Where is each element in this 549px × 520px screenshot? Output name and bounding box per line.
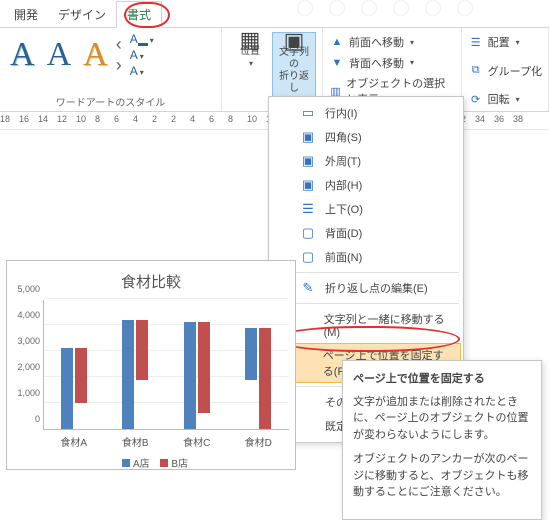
wrap-behind[interactable]: ▢背面(D): [269, 221, 463, 245]
send-backward-icon: ▼: [329, 57, 345, 69]
wrap-square-icon: ▣: [299, 129, 317, 145]
tab-developer[interactable]: 開発: [4, 2, 48, 27]
position-icon: ▦: [240, 34, 261, 46]
tab-format[interactable]: 書式: [116, 1, 162, 28]
wrap-tight[interactable]: ▣外周(T): [269, 149, 463, 173]
bring-forward-button[interactable]: ▲前面へ移動▾: [329, 32, 455, 52]
chart-x-label: 食材A: [43, 434, 105, 449]
chart-title: 食材比較: [13, 271, 289, 292]
send-backward-button[interactable]: ▼背面へ移動▾: [329, 53, 455, 73]
tooltip-paragraph-1: 文字が追加または削除されたときに、ページ上のオブジェクトの位置が変わらないように…: [353, 394, 531, 444]
group-button[interactable]: ⧉グループ化: [468, 61, 542, 81]
wrap-inline[interactable]: ▭行内(I): [269, 101, 463, 125]
chart-x-label: 食材C: [166, 434, 228, 449]
wrap-front[interactable]: ▢前面(N): [269, 245, 463, 269]
wrap-tight-icon: ▣: [299, 153, 317, 169]
wrap-through-icon: ▣: [299, 177, 317, 193]
tooltip-paragraph-2: オブジェクトのアンカーが次のページに移動すると、オブジェクトも移動することにご注…: [353, 451, 531, 501]
bring-forward-icon: ▲: [329, 36, 345, 48]
edit-wrap-points[interactable]: ✎折り返し点の編集(E): [269, 276, 463, 300]
chart-bar: [184, 322, 196, 429]
text-wrap-icon: ▣: [284, 35, 305, 47]
chart-bar: [245, 328, 257, 380]
text-outline-icon[interactable]: A▾: [130, 48, 154, 62]
align-button[interactable]: ☰配置▾: [468, 32, 542, 52]
wrap-square[interactable]: ▣四角(S): [269, 125, 463, 149]
chart-bar: [259, 328, 271, 429]
chart-plot-area: 01,0002,0003,0004,0005,000: [43, 300, 289, 430]
chart-bar: [75, 348, 87, 403]
chart-bar: [61, 348, 73, 429]
chart-bar: [122, 320, 134, 429]
tooltip-title: ページ上で位置を固定する: [353, 371, 531, 388]
wrap-inline-icon: ▭: [299, 105, 317, 121]
wordart-style-2[interactable]: A: [43, 35, 76, 75]
wrap-through[interactable]: ▣内部(H): [269, 173, 463, 197]
chart-legend: A店 B店: [13, 455, 289, 470]
tab-design[interactable]: デザイン: [48, 2, 116, 27]
legend-swatch-b: [160, 459, 168, 467]
wrap-topbottom[interactable]: ☰上下(O): [269, 197, 463, 221]
move-with-text[interactable]: 文字列と一緒に移動する(M): [269, 307, 463, 343]
wrap-behind-icon: ▢: [299, 225, 317, 241]
embedded-chart[interactable]: 食材比較 01,0002,0003,0004,0005,000 食材A食材B食材…: [6, 260, 296, 470]
chart-x-label: 食材D: [228, 434, 290, 449]
rotate-icon: ⟳: [468, 93, 484, 106]
position-button[interactable]: ▦ 位置▾: [228, 32, 272, 110]
wordart-group-label: ワードアートのスタイル: [6, 94, 215, 109]
chart-bar: [198, 322, 210, 413]
wordart-more-icon[interactable]: ‹›: [116, 34, 122, 76]
text-fill-icon[interactable]: A▾: [130, 32, 154, 46]
wrap-front-icon: ▢: [299, 249, 317, 265]
ribbon-tabs: 開発 デザイン 書式: [0, 0, 549, 28]
wordart-style-3[interactable]: A: [79, 35, 112, 75]
legend-swatch-a: [122, 459, 130, 467]
chart-x-labels: 食材A食材B食材C食材D: [43, 434, 289, 449]
chart-bar: [136, 320, 148, 380]
wordart-style-1[interactable]: A: [6, 35, 39, 75]
rotate-button[interactable]: ⟳回転▾: [468, 89, 542, 109]
text-effects-icon[interactable]: A▾: [130, 64, 154, 78]
edit-wrap-icon: ✎: [299, 280, 317, 296]
tooltip-fix-on-page: ページ上で位置を固定する 文字が追加または削除されたときに、ページ上のオブジェク…: [342, 360, 542, 520]
chart-x-label: 食材B: [105, 434, 167, 449]
wrap-topbottom-icon: ☰: [299, 201, 317, 217]
align-icon: ☰: [468, 36, 484, 49]
group-icon: ⧉: [468, 64, 484, 77]
